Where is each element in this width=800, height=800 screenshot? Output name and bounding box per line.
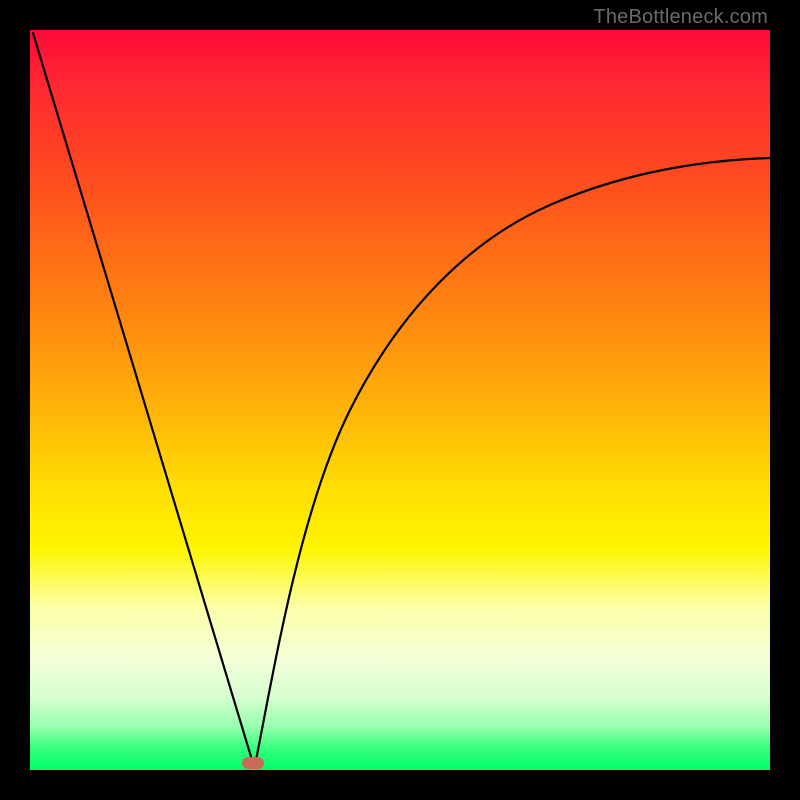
minimum-marker: [242, 757, 264, 769]
watermark-text: TheBottleneck.com: [593, 6, 768, 29]
curve-right-branch: [256, 158, 770, 760]
bottleneck-curve: [30, 30, 770, 770]
curve-left-branch: [33, 33, 252, 760]
